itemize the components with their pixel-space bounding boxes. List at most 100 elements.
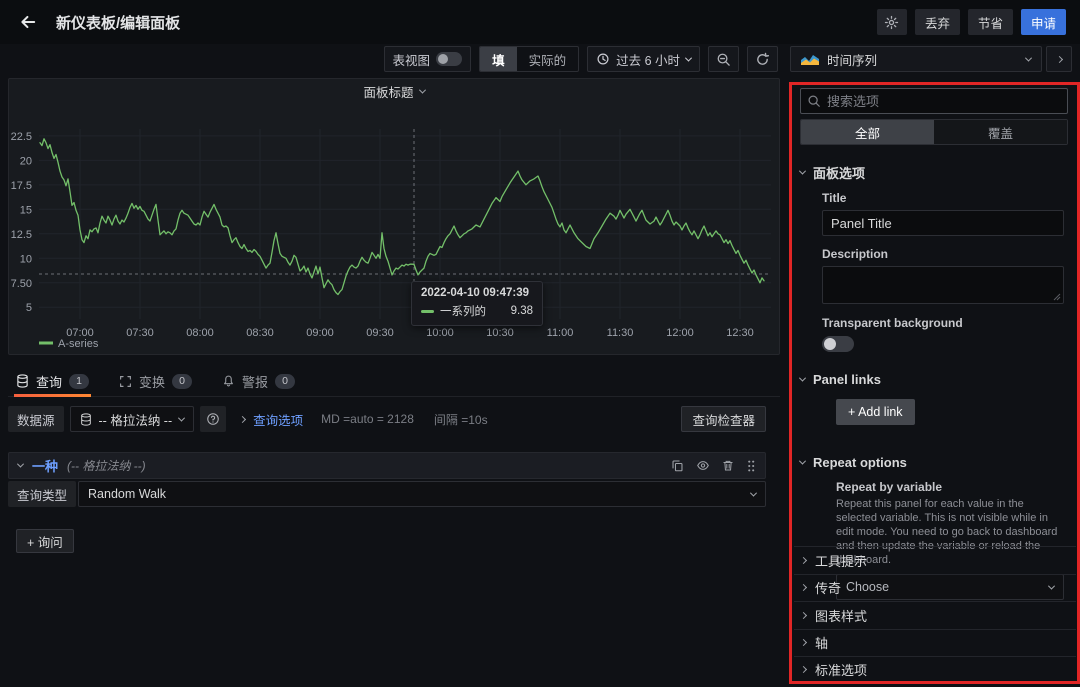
tab-alert-count: 0 [275,374,295,389]
transparent-bg-label: Transparent background [822,316,1068,330]
query-row-actions [671,459,756,473]
svg-text:12:30: 12:30 [726,327,754,339]
description-textarea[interactable] [822,266,1064,304]
database-icon [16,374,29,388]
tab-alert[interactable]: 警报 0 [220,366,297,396]
page-title: 新仪表板/编辑面板 [56,12,180,33]
add-query-button[interactable]: + 询问 [16,529,74,553]
query-row-datasource: (-- 格拉法纳 --) [67,457,146,474]
fill-option[interactable]: 填 [480,47,517,71]
visualization-picker[interactable]: 时间序列 [790,46,1042,72]
section-tooltip-label: 工具提示 [815,551,867,570]
datasource-help-button[interactable] [200,406,226,432]
section-tooltip[interactable]: 工具提示 [794,546,1076,574]
svg-text:10:00: 10:00 [426,327,454,339]
section-graph-styles[interactable]: 图表样式 [794,601,1076,629]
options-search-input[interactable] [800,88,1068,114]
tab-transform[interactable]: 变换 0 [117,366,194,396]
query-options-link[interactable]: 查询选项 [253,410,303,429]
apply-button[interactable]: 申请 [1021,9,1066,35]
options-sidebar: 全部 覆盖 面板选项 Title Description Transparent… [790,78,1080,687]
timeseries-svg[interactable]: 57.501012.51517.52022.507:0007:3008:0008… [9,103,779,355]
tab-query[interactable]: 查询 1 [14,366,91,396]
tab-transform-count: 0 [172,374,192,389]
repeat-options-section-header[interactable]: Repeat options [800,455,1068,470]
filter-overrides-tab[interactable]: 覆盖 [934,120,1067,144]
panel-title-menu[interactable]: 面板标题 [9,79,779,103]
zoom-out-button[interactable] [708,46,739,72]
chevron-down-icon [178,414,185,421]
svg-text:5: 5 [26,302,32,314]
header-actions: 丢弃 节省 申请 [877,9,1066,35]
repeat-options-title: Repeat options [813,455,907,470]
transform-icon [119,375,132,388]
drag-dots-icon [746,459,756,473]
help-circle-icon [206,412,220,426]
query-type-value: Random Walk [88,487,166,501]
search-icon [807,94,821,108]
table-view-toggle[interactable]: 表视图 [384,46,472,72]
discard-button[interactable]: 丢弃 [915,9,960,35]
panel-options-section-header[interactable]: 面板选项 [800,163,1068,182]
query-inspector-button[interactable]: 查询检查器 [681,406,766,432]
table-view-switch[interactable] [436,52,462,66]
back-button[interactable] [14,8,42,36]
panel-links-section-header[interactable]: Panel links [800,372,1068,387]
transparent-bg-toggle[interactable] [822,336,854,352]
resize-handle-icon[interactable] [1053,293,1061,301]
disable-query-button[interactable] [696,459,710,472]
chevron-right-icon [800,584,807,591]
actual-option[interactable]: 实际的 [517,47,579,71]
drag-handle[interactable] [746,459,756,473]
chevron-down-icon [1025,54,1032,61]
section-legend[interactable]: 传奇 [794,574,1076,602]
datasource-label: 数据源 [8,406,64,432]
time-range-picker[interactable]: 过去 6 小时 [587,46,700,72]
chevron-down-icon [418,86,425,93]
panel-title: 面板标题 [363,82,413,101]
chevron-right-icon [800,557,807,564]
svg-text:20: 20 [20,155,32,167]
duplicate-query-button[interactable] [671,459,684,472]
datasource-value: -- 格拉法纳 -- [99,410,173,429]
query-type-select[interactable]: Random Walk [78,481,766,507]
svg-text:15: 15 [20,204,32,216]
chart-tooltip: 2022-04-10 09:47:39 一系列的 9.38 [411,281,543,326]
edit-toolbar: 表视图 填 实际的 过去 6 小时 [0,46,780,72]
table-view-label: 表视图 [393,50,431,69]
query-refid[interactable]: 一种 [32,456,58,475]
panel-links-title: Panel links [813,372,881,387]
collapse-options-button[interactable] [1046,46,1072,72]
stat-max-datapoints: MD =auto = 2128 [321,412,414,426]
svg-text:22.5: 22.5 [11,131,32,143]
chevron-right-icon[interactable] [239,415,246,422]
query-row-header[interactable]: 一种 (-- 格拉法纳 --) [8,452,766,479]
chevron-right-icon [800,639,807,646]
refresh-button[interactable] [747,46,778,72]
timeseries-viz-icon [801,53,819,65]
save-button[interactable]: 节省 [968,9,1013,35]
datasource-picker[interactable]: -- 格拉法纳 -- [70,406,195,432]
filter-all-tab[interactable]: 全部 [801,120,934,144]
section-axis[interactable]: 轴 [794,629,1076,657]
title-field-label: Title [822,191,1068,205]
section-graph-styles-label: 图表样式 [815,606,867,625]
add-link-button[interactable]: + Add link [836,399,915,425]
tooltip-series-name: 一系列的 [440,303,486,319]
collapsed-sections: 工具提示 传奇 图表样式 轴 标准选项 [794,546,1076,684]
repeat-by-variable-label: Repeat by variable [836,480,1068,494]
chevron-down-icon[interactable] [17,461,24,468]
stat-interval: 间隔 =10s [434,411,488,428]
chevron-down-icon [685,54,692,61]
panel-title-input[interactable] [822,210,1064,236]
query-type-row: 查询类型 Random Walk [8,481,766,507]
options-pane: 全部 覆盖 面板选项 Title Description Transparent… [790,78,1080,600]
svg-text:11:30: 11:30 [607,327,634,339]
panel-settings-button[interactable] [877,9,907,35]
section-standard-options[interactable]: 标准选项 [794,656,1076,684]
svg-text:08:00: 08:00 [186,327,214,339]
svg-text:10: 10 [20,253,32,265]
tab-alert-label: 警报 [242,372,268,391]
editor-tabs: 查询 1 变换 0 警报 0 [8,366,780,397]
delete-query-button[interactable] [722,459,734,472]
